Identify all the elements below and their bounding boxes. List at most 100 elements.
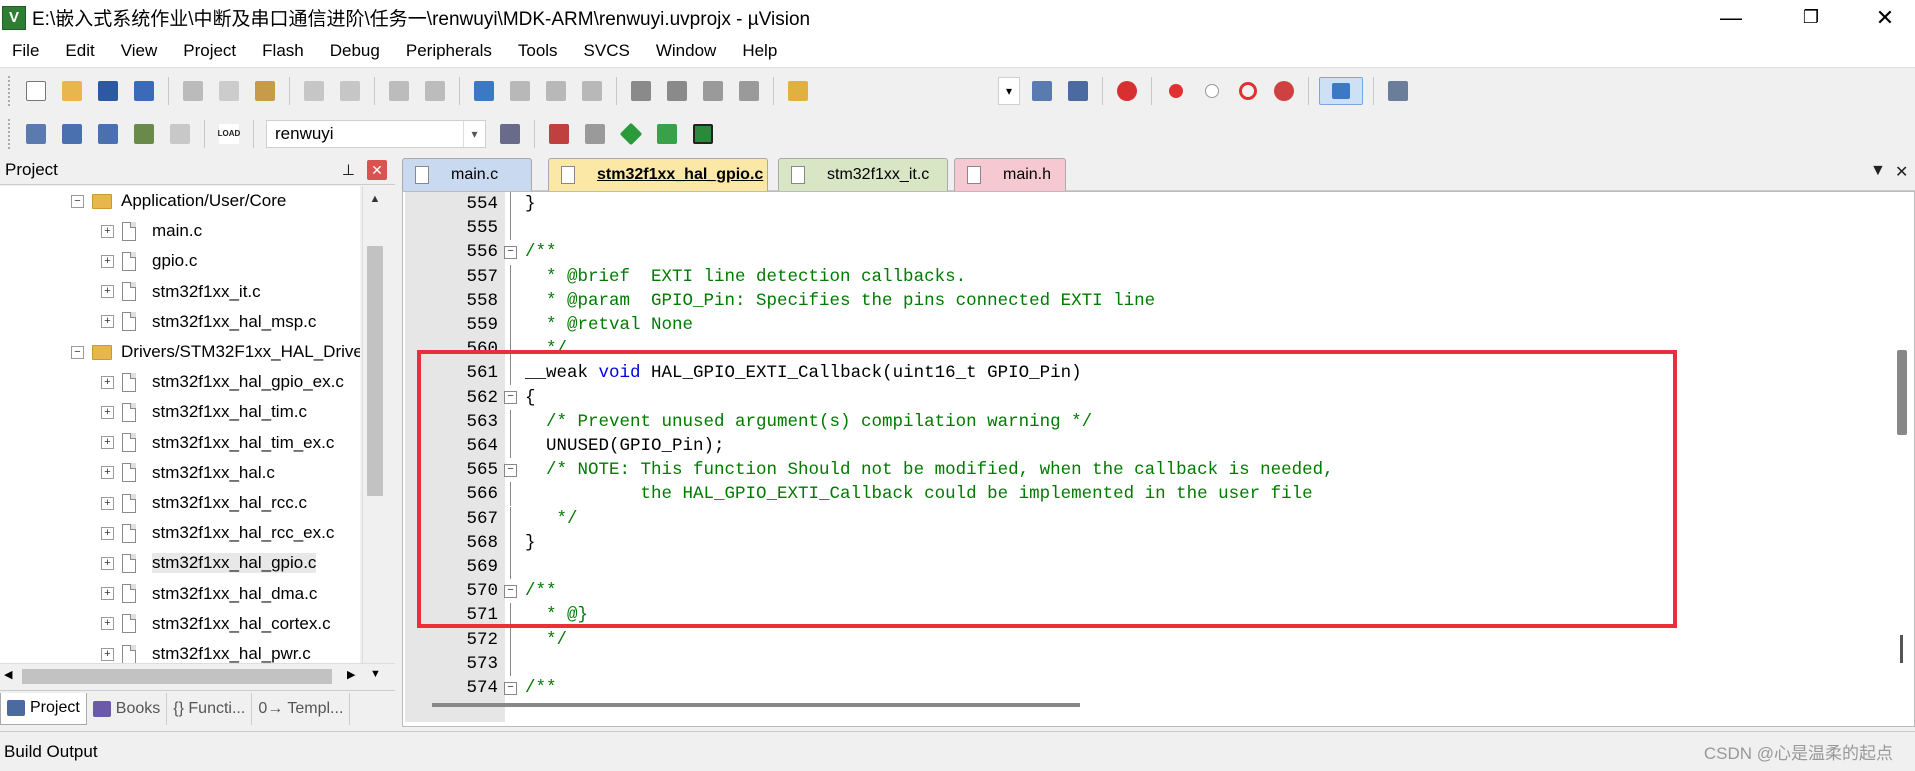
indent-button[interactable] [627,77,655,105]
toolbar-grip[interactable] [8,75,12,106]
find-combo-dropdown[interactable]: ▾ [998,76,1020,105]
editor-tab[interactable]: stm32f1xx_hal_gpio.c [548,158,768,191]
tab-templates[interactable]: 0→ Templ... [252,692,351,725]
close-window-button[interactable]: ✕ [1852,0,1915,35]
tree-file[interactable]: + stm32f1xx_hal_tim.c [101,397,307,427]
expand-icon[interactable]: + [101,647,114,661]
download-button[interactable]: LOAD [215,120,243,148]
code-line[interactable]: 568} [403,530,1903,555]
hscroll-thumb[interactable] [22,669,332,684]
tab-dropdown-icon[interactable]: ▼ [1870,162,1886,180]
clear-bookmarks-button[interactable] [578,77,606,105]
incremental-find-button[interactable] [1064,77,1092,105]
fold-toggle-icon[interactable]: − [504,391,517,405]
menu-svcs[interactable]: SVCS [571,41,643,61]
tab-books[interactable]: Books [87,692,168,725]
code-line[interactable]: 574−/** [403,676,1903,700]
fold-toggle-icon[interactable]: − [504,463,517,477]
tree-file[interactable]: + stm32f1xx_hal_gpio.c [101,548,317,578]
menu-help[interactable]: Help [729,41,790,61]
code-line[interactable]: 569 [403,555,1903,579]
code-line[interactable]: 564 UNUSED(GPIO_Pin); [403,434,1903,458]
scroll-up-icon[interactable]: ▲ [365,188,385,210]
file-extensions-button[interactable] [581,120,609,148]
scroll-right-icon[interactable]: ▶ [347,668,355,681]
tab-project[interactable]: Project [0,692,87,725]
menu-project[interactable]: Project [170,41,249,61]
editor-hscroll-thumb[interactable] [432,703,1080,707]
expand-icon[interactable]: + [101,526,114,540]
project-tree-scrollbar[interactable]: ▲ ▼ [362,186,387,663]
tree-file[interactable]: + stm32f1xx_hal_tim_ex.c [101,428,334,458]
code-line[interactable]: 563 /* Prevent unused argument(s) compil… [403,409,1903,434]
code-line[interactable]: 570−/** [403,579,1903,603]
code-line[interactable]: 565− /* NOTE: This function Should not b… [403,458,1903,482]
code-line[interactable]: 573 [403,651,1903,676]
pin-icon[interactable]: ⊥ [342,161,355,179]
kill-all-breakpoints-button[interactable] [1270,77,1298,105]
configure-button[interactable] [1384,77,1412,105]
code-line[interactable]: 558 * @param GPIO_Pin: Specifies the pin… [403,288,1903,313]
code-line[interactable]: 554} [403,192,1903,216]
code-line[interactable]: 560 */ [403,337,1903,362]
save-all-button[interactable] [130,77,158,105]
tree-file[interactable]: + stm32f1xx_hal_gpio_ex.c [101,367,344,397]
code-line[interactable]: 567 */ [403,506,1903,531]
tree-file[interactable]: + stm32f1xx_it.c [101,277,261,307]
translate-button[interactable] [22,120,50,148]
fold-toggle-icon[interactable]: − [504,245,517,259]
fold-toggle-icon[interactable]: − [504,681,517,695]
menu-tools[interactable]: Tools [505,41,571,61]
code-line[interactable]: 572 */ [403,627,1903,652]
code-line[interactable]: 561 __weak void HAL_GPIO_EXTI_Callback(ui… [403,361,1903,386]
project-tree-hscrollbar[interactable]: ◀ ▶ ▼ [0,663,395,688]
collapse-icon[interactable]: − [71,194,84,208]
expand-icon[interactable]: + [101,405,114,419]
tree-file[interactable]: + stm32f1xx_hal.c [101,458,275,488]
scroll-left-icon[interactable]: ◀ [4,668,12,681]
code-line[interactable]: 559 * @retval None [403,313,1903,337]
tab-functions[interactable]: {} Functi... [167,692,253,725]
minimize-button[interactable]: — [1698,0,1764,35]
build-button[interactable] [58,120,86,148]
menu-view[interactable]: View [108,41,171,61]
close-project-panel-button[interactable]: ✕ [367,160,387,180]
navigate-forward-button[interactable] [421,77,449,105]
insert-breakpoint-button[interactable] [1162,77,1190,105]
close-tab-icon[interactable]: ✕ [1895,162,1908,182]
scrollbar-thumb[interactable] [367,246,383,496]
restore-button[interactable]: ❐ [1778,0,1844,35]
options-for-target-button[interactable] [496,120,524,148]
expand-icon[interactable]: + [101,617,114,631]
code-line[interactable]: 562−{ [403,386,1903,410]
scroll-down-icon[interactable]: ▼ [370,668,381,680]
menu-peripherals[interactable]: Peripherals [393,41,505,61]
tree-file[interactable]: + stm32f1xx_hal_dma.c [101,579,317,609]
bookmark-button[interactable] [470,77,498,105]
code-area[interactable]: 554} 555 556−/** 557 * @brief EXTI line det… [403,192,1915,702]
redo-button[interactable] [336,77,364,105]
editor-tab[interactable]: stm32f1xx_it.c [778,158,948,191]
collapse-icon[interactable]: − [71,345,84,359]
pack-installer-button[interactable] [689,120,717,148]
expand-icon[interactable]: + [101,285,114,299]
manage-rte-button[interactable] [617,120,645,148]
cut-button[interactable] [179,77,207,105]
undo-button[interactable] [300,77,328,105]
prev-bookmark-button[interactable] [506,77,534,105]
expand-icon[interactable]: + [101,224,114,238]
expand-icon[interactable]: + [101,466,114,480]
editor-vscroll-thumb[interactable] [1897,350,1907,435]
disable-all-breakpoints-button[interactable] [1234,77,1262,105]
next-bookmark-button[interactable] [542,77,570,105]
open-file-button[interactable] [58,77,86,105]
select-packs-button[interactable] [653,120,681,148]
find-in-files-button[interactable] [784,77,812,105]
menu-debug[interactable]: Debug [317,41,393,61]
uncomment-button[interactable] [735,77,763,105]
tree-folder[interactable]: − Application/User/Core [71,186,286,216]
find-button[interactable] [1028,77,1056,105]
expand-icon[interactable]: + [101,496,114,510]
tree-file[interactable]: + main.c [101,216,202,246]
debug-session-button[interactable] [1113,77,1141,105]
